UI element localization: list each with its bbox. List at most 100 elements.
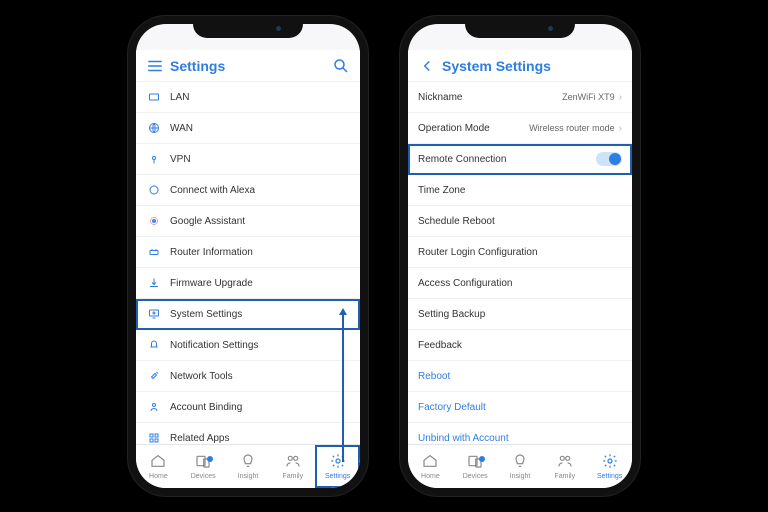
- row-label: Remote Connection: [418, 154, 596, 165]
- list-item[interactable]: Network Tools: [136, 361, 360, 392]
- list-item[interactable]: Related Apps: [136, 423, 360, 444]
- list-item[interactable]: Remote Connection: [408, 144, 632, 175]
- annotation-arrow: [342, 314, 344, 462]
- row-label: Reboot: [418, 371, 622, 382]
- phone-notch: [465, 16, 575, 38]
- phone-notch: [193, 16, 303, 38]
- list-item[interactable]: System Settings: [136, 299, 360, 330]
- chevron-right-icon: ›: [619, 92, 622, 103]
- row-label: Account Binding: [170, 402, 350, 413]
- row-label: Notification Settings: [170, 340, 350, 351]
- list-item[interactable]: VPN: [136, 144, 360, 175]
- row-label: Feedback: [418, 340, 622, 351]
- row-label: Time Zone: [418, 185, 622, 196]
- row-label: VPN: [170, 154, 350, 165]
- list-item[interactable]: Router Login Configuration: [408, 237, 632, 268]
- tab-devices[interactable]: Devices: [181, 445, 226, 488]
- settings-list: LAN WAN VPN Connect with Alexa Google Assist…: [136, 82, 360, 444]
- back-icon[interactable]: [418, 57, 436, 75]
- row-label: Connect with Alexa: [170, 185, 350, 196]
- wan-icon: [146, 120, 162, 136]
- chevron-right-icon: ›: [619, 123, 622, 134]
- list-item[interactable]: Operation ModeWireless router mode ›: [408, 113, 632, 144]
- phone-right: System Settings NicknameZenWiFi XT9›Oper…: [400, 16, 640, 496]
- tab-insight[interactable]: Insight: [498, 445, 543, 488]
- row-label: Unbind with Account: [418, 433, 622, 444]
- row-label: System Settings: [170, 309, 350, 320]
- tab-settings[interactable]: Settings: [587, 445, 632, 488]
- row-label: Access Configuration: [418, 278, 622, 289]
- list-item[interactable]: Setting Backup: [408, 299, 632, 330]
- list-item[interactable]: Firmware Upgrade: [136, 268, 360, 299]
- row-label: Operation Mode: [418, 123, 529, 134]
- badge-dot: [207, 456, 213, 462]
- tab-label: Insight: [510, 473, 531, 480]
- list-item[interactable]: Reboot: [408, 361, 632, 392]
- header-system-settings: System Settings: [408, 50, 632, 82]
- list-item[interactable]: Router Information: [136, 237, 360, 268]
- network-tools-icon: [146, 368, 162, 384]
- tab-label: Settings: [597, 473, 622, 480]
- system-settings-list: NicknameZenWiFi XT9›Operation ModeWirele…: [408, 82, 632, 444]
- header-title: System Settings: [436, 58, 604, 74]
- screen-left: Settings LAN WAN VPN Connect with Alexa Goog…: [136, 24, 360, 488]
- list-item[interactable]: Schedule Reboot: [408, 206, 632, 237]
- list-item[interactable]: Unbind with Account: [408, 423, 632, 444]
- list-item[interactable]: Access Configuration: [408, 268, 632, 299]
- header-settings: Settings: [136, 50, 360, 82]
- tab-label: Family: [554, 473, 575, 480]
- tab-insight[interactable]: Insight: [226, 445, 271, 488]
- row-label: Setting Backup: [418, 309, 622, 320]
- list-item[interactable]: WAN: [136, 113, 360, 144]
- tab-family[interactable]: Family: [270, 445, 315, 488]
- tab-label: Insight: [238, 473, 259, 480]
- row-label: LAN: [170, 92, 350, 103]
- tab-label: Devices: [191, 473, 216, 480]
- insight-icon: [512, 453, 528, 471]
- tab-bar: Home Devices Insight Family Settings: [408, 444, 632, 488]
- lan-icon: [146, 89, 162, 105]
- menu-icon[interactable]: [146, 57, 164, 75]
- tab-home[interactable]: Home: [136, 445, 181, 488]
- google-icon: [146, 213, 162, 229]
- row-value: ZenWiFi XT9: [562, 92, 615, 102]
- list-item[interactable]: Connect with Alexa: [136, 175, 360, 206]
- firmware-icon: [146, 275, 162, 291]
- tab-label: Settings: [325, 473, 350, 480]
- row-label: WAN: [170, 123, 350, 134]
- row-label: Nickname: [418, 92, 562, 103]
- tab-family[interactable]: Family: [542, 445, 587, 488]
- tab-settings[interactable]: Settings: [315, 445, 360, 488]
- list-item[interactable]: Factory Default: [408, 392, 632, 423]
- search-icon[interactable]: [332, 57, 350, 75]
- phone-left: Settings LAN WAN VPN Connect with Alexa Goog…: [128, 16, 368, 496]
- list-item[interactable]: Google Assistant: [136, 206, 360, 237]
- tab-label: Home: [421, 473, 440, 480]
- tab-label: Home: [149, 473, 168, 480]
- list-item[interactable]: Feedback: [408, 330, 632, 361]
- row-label: Related Apps: [170, 433, 350, 444]
- system-settings-icon: [146, 306, 162, 322]
- settings-gear-icon: [602, 453, 618, 471]
- list-item[interactable]: Account Binding: [136, 392, 360, 423]
- toggle-switch[interactable]: [596, 152, 622, 166]
- list-item[interactable]: Notification Settings: [136, 330, 360, 361]
- row-label: Network Tools: [170, 371, 350, 382]
- list-item[interactable]: NicknameZenWiFi XT9 ›: [408, 82, 632, 113]
- family-icon: [557, 453, 573, 471]
- row-label: Schedule Reboot: [418, 216, 622, 227]
- tab-bar: Home Devices Insight Family Settings: [136, 444, 360, 488]
- insight-icon: [240, 453, 256, 471]
- vpn-icon: [146, 151, 162, 167]
- list-item[interactable]: Time Zone: [408, 175, 632, 206]
- router-info-icon: [146, 244, 162, 260]
- badge-dot: [479, 456, 485, 462]
- tab-label: Devices: [463, 473, 488, 480]
- home-icon: [422, 453, 438, 471]
- notification-icon: [146, 337, 162, 353]
- row-value: Wireless router mode: [529, 123, 615, 133]
- tab-home[interactable]: Home: [408, 445, 453, 488]
- row-label: Router Login Configuration: [418, 247, 622, 258]
- tab-devices[interactable]: Devices: [453, 445, 498, 488]
- list-item[interactable]: LAN: [136, 82, 360, 113]
